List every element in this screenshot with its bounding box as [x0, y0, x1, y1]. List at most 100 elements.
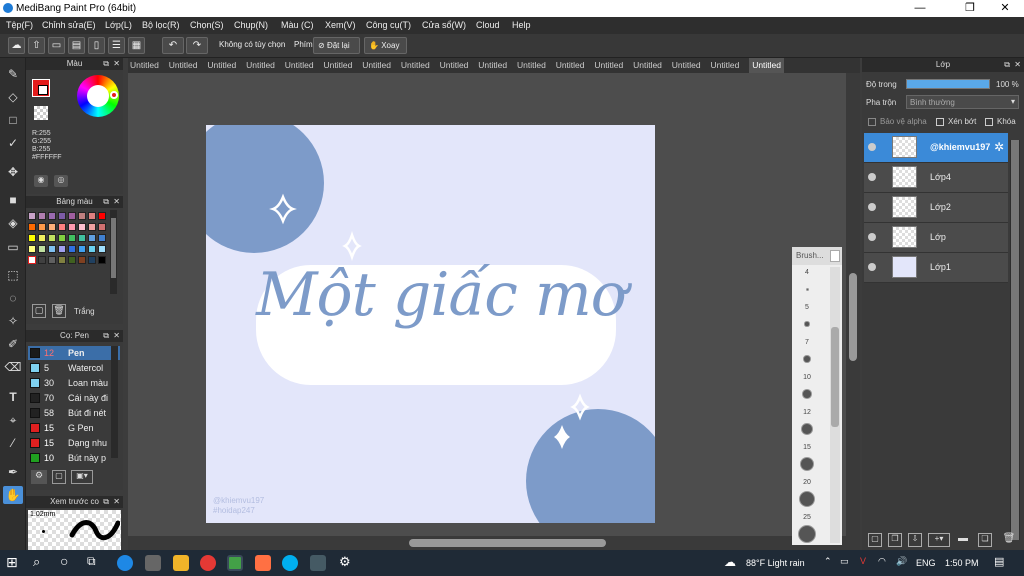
delete-layer-icon[interactable]: 🗑 — [1002, 533, 1016, 547]
palette-swatch[interactable] — [68, 212, 76, 220]
palette-swatch[interactable] — [38, 245, 46, 253]
brush-item[interactable]: 15 Dạng nhu — [28, 436, 120, 450]
horizontal-scrollbar[interactable] — [128, 536, 846, 550]
palette-swatch[interactable] — [28, 245, 36, 253]
tray-chevron-icon[interactable]: ⌃ — [824, 556, 832, 567]
palette-swatch[interactable] — [28, 234, 36, 242]
palette-swatch[interactable] — [38, 212, 46, 220]
menu-file[interactable]: Tệp(F) — [6, 20, 33, 30]
drawing-canvas[interactable]: Một giấc mơ @khiemvu197 #hoidap247 — [206, 125, 655, 523]
palette-swatch[interactable] — [88, 245, 96, 253]
color-wheel[interactable] — [77, 75, 119, 117]
menu-view[interactable]: Xem(V) — [325, 20, 356, 30]
add-swatch-icon[interactable]: ▢ — [32, 304, 46, 318]
share-icon[interactable]: ⇧ — [28, 37, 45, 54]
brush-size-dot[interactable] — [798, 490, 816, 508]
file-explorer-icon[interactable] — [173, 555, 189, 571]
brush-size-dot[interactable] — [802, 389, 812, 399]
layer-settings-gear-icon[interactable]: ✲ — [994, 140, 1004, 154]
palette-swatch[interactable] — [88, 223, 96, 231]
lasso-tool-icon[interactable]: ◌ — [3, 289, 23, 307]
document-tab[interactable]: Untitled — [440, 58, 469, 73]
cloud-icon[interactable]: ☁ — [8, 37, 25, 54]
document-tab[interactable]: Untitled — [285, 58, 314, 73]
secondary-color-swatch[interactable] — [38, 85, 48, 95]
windows-start-icon[interactable]: ⊞ — [6, 554, 18, 571]
brush-item[interactable]: 12 Pen — [28, 346, 120, 360]
text-tool-icon[interactable]: T — [3, 388, 23, 406]
language-indicator[interactable]: ENG — [916, 558, 936, 568]
app-icon[interactable] — [255, 555, 271, 571]
menu-edit[interactable]: Chỉnh sửa(E) — [42, 20, 96, 30]
palette-swatch[interactable] — [78, 234, 86, 242]
layer-settings-icon[interactable]: ❏ — [978, 533, 992, 547]
minimize-button[interactable]: — — [905, 1, 935, 16]
cortana-icon[interactable]: ○ — [60, 553, 68, 569]
document-tab[interactable]: Untitled — [130, 58, 159, 73]
palette-swatch[interactable] — [98, 212, 106, 220]
rotate-button[interactable]: ✋ Xoay — [364, 37, 407, 54]
visibility-eye-icon[interactable] — [868, 233, 876, 241]
brush-size-dot[interactable] — [800, 457, 814, 471]
edge-icon[interactable] — [117, 555, 133, 571]
close-button[interactable]: ✕ — [990, 1, 1020, 16]
chrome-icon[interactable] — [200, 555, 216, 571]
blend-mode-select[interactable]: Bình thường ▾ — [906, 95, 1019, 109]
layer-row[interactable]: @khiemvu197 ✲ — [864, 133, 1008, 163]
palette-swatch[interactable] — [58, 223, 66, 231]
document-tab[interactable]: Untitled — [556, 58, 585, 73]
palette-swatch[interactable] — [78, 245, 86, 253]
folder-icon[interactable]: ▬ — [956, 533, 970, 547]
medibang-icon[interactable] — [227, 555, 243, 571]
brush-item[interactable]: 5 Watercol — [28, 361, 120, 375]
transparent-swatch[interactable] — [34, 106, 48, 120]
fill-shape-tool-icon[interactable]: ■ — [3, 191, 23, 209]
move-tool-icon[interactable]: ✥ — [3, 163, 23, 181]
menu-layer[interactable]: Lớp(L) — [105, 20, 132, 30]
hand-tool-icon[interactable]: ✋ — [3, 486, 23, 504]
menu-window[interactable]: Cửa sổ(W) — [422, 20, 466, 30]
list-icon[interactable]: ☰ — [108, 37, 125, 54]
brush-item[interactable]: 70 Cái này đi — [28, 391, 120, 405]
message-icon[interactable]: ▤ — [68, 37, 85, 54]
menu-tools[interactable]: Công cụ(T) — [366, 20, 411, 30]
trash-icon[interactable]: 🗑 — [52, 304, 66, 318]
operation-tool-icon[interactable]: ⌖ — [3, 411, 23, 429]
brush-size-dot[interactable] — [801, 423, 813, 435]
palette-swatch[interactable] — [48, 245, 56, 253]
close-icon[interactable]: ✕ — [1014, 58, 1021, 72]
palette-swatch[interactable] — [38, 256, 46, 264]
palette-swatch[interactable] — [88, 234, 96, 242]
volume-icon[interactable]: 🔊 — [896, 556, 907, 567]
visibility-eye-icon[interactable] — [868, 203, 876, 211]
comment-icon[interactable]: ▭ — [48, 37, 65, 54]
brush-size-dot[interactable] — [798, 525, 816, 543]
palette-swatch[interactable] — [68, 234, 76, 242]
duplicate-layer-icon[interactable]: ❐ — [888, 533, 902, 547]
palette-swatch[interactable] — [48, 256, 56, 264]
palette-swatch[interactable] — [98, 223, 106, 231]
bucket-tool-icon[interactable]: ◈ — [3, 214, 23, 232]
menu-capture[interactable]: Chụp(N) — [234, 20, 268, 30]
eyedropper-tool-icon[interactable]: ✒ — [3, 463, 23, 481]
search-icon[interactable]: ⌕ — [33, 554, 40, 570]
dropper-tool-icon[interactable]: ⁄ — [3, 434, 23, 452]
palette-scrollbar[interactable] — [110, 210, 117, 294]
layer-row[interactable]: Lớp2 — [864, 193, 1008, 223]
select-rect-tool-icon[interactable]: ⬚ — [3, 266, 23, 284]
brush-settings-icon[interactable]: ⚙ — [31, 470, 47, 484]
close-icon[interactable]: ✕ — [113, 196, 120, 208]
palette-swatch[interactable] — [68, 223, 76, 231]
brush-size-scrollbar[interactable] — [830, 267, 840, 543]
close-icon[interactable]: ✕ — [113, 496, 120, 508]
layer-row[interactable]: Lớp1 — [864, 253, 1008, 283]
palette-swatch[interactable] — [68, 245, 76, 253]
protect-alpha-checkbox[interactable] — [868, 118, 876, 126]
color-settings-icon[interactable]: ◎ — [54, 175, 68, 187]
notifications-icon[interactable]: ▤ — [994, 555, 1004, 568]
palette-swatch[interactable] — [98, 245, 106, 253]
document-tab[interactable]: Untitled — [478, 58, 507, 73]
palette-swatch[interactable] — [58, 256, 66, 264]
menu-color[interactable]: Màu (C) — [281, 20, 314, 30]
layer-row[interactable]: Lớp — [864, 223, 1008, 253]
